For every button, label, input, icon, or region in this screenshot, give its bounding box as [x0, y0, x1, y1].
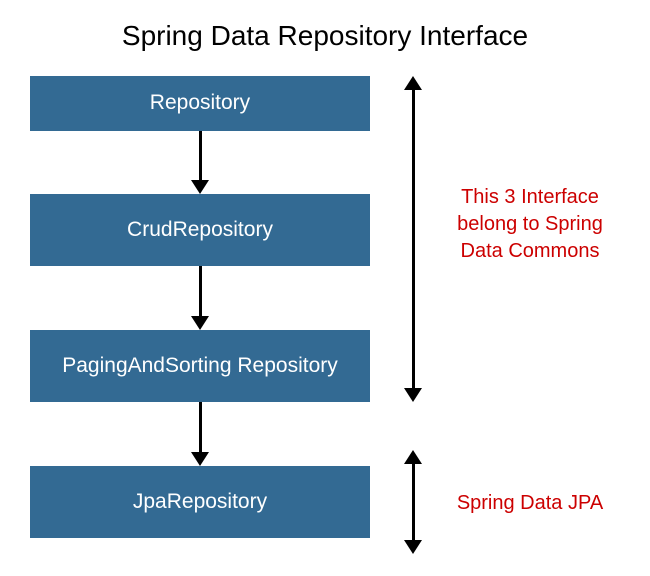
- box-jpa-repository: JpaRepository: [30, 466, 370, 538]
- arrow-repo-to-crud: [195, 131, 205, 194]
- diagram-canvas: Repository CrudRepository PagingAndSorti…: [30, 76, 620, 566]
- box-crud-repository-label: CrudRepository: [127, 217, 273, 243]
- box-crud-repository: CrudRepository: [30, 194, 370, 266]
- diagram-title: Spring Data Repository Interface: [0, 0, 650, 72]
- box-repository: Repository: [30, 76, 370, 131]
- arrow-paging-to-jpa: [195, 402, 205, 466]
- arrow-crud-to-paging: [195, 266, 205, 330]
- box-repository-label: Repository: [150, 90, 250, 116]
- annotation-commons: This 3 Interface belong to Spring Data C…: [440, 184, 620, 265]
- annotation-jpa: Spring Data JPA: [440, 490, 620, 517]
- box-paging-sorting-repository-label: PagingAndSorting Repository: [62, 353, 338, 379]
- box-paging-sorting-repository: PagingAndSorting Repository: [30, 330, 370, 402]
- box-jpa-repository-label: JpaRepository: [133, 489, 267, 515]
